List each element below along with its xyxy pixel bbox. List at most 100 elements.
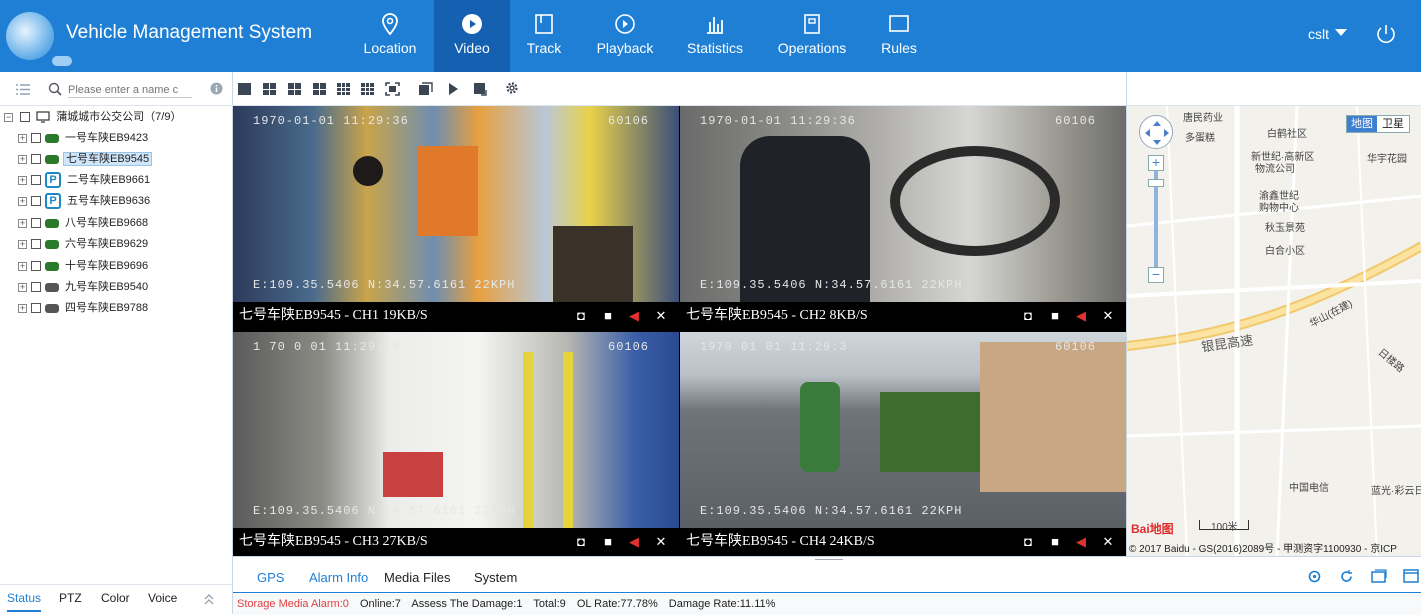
map-label: 中国电信 <box>1289 483 1329 494</box>
pan-control[interactable] <box>1139 115 1173 149</box>
layout-16-icon[interactable] <box>361 83 374 95</box>
tab-color[interactable]: Color <box>101 591 130 605</box>
vehicle-checkbox[interactable] <box>31 282 41 293</box>
window-icon[interactable] <box>418 82 433 96</box>
layout-9-icon[interactable] <box>337 83 350 95</box>
tab-alarm-info[interactable]: Alarm Info <box>309 570 368 585</box>
map-label: 多蛋糕 <box>1185 133 1215 144</box>
tab-ptz[interactable]: PTZ <box>59 591 82 605</box>
expand-icon[interactable]: ✕ <box>653 308 669 324</box>
video-cell-ch2[interactable]: 1970-01-01 11:29:36 60106 E:109.35.5406 … <box>680 106 1126 330</box>
expand-icon[interactable]: + <box>18 196 27 206</box>
tab-media-files[interactable]: Media Files <box>384 570 450 585</box>
video-cell-ch1[interactable]: 1970-01-01 11:29:36 60106 E:109.35.5406 … <box>233 106 679 330</box>
tree-root-checkbox[interactable] <box>20 112 31 123</box>
nav-statistics[interactable]: Statistics <box>682 0 748 72</box>
search-input[interactable] <box>68 82 192 98</box>
channel-label: 七号车陕EB9545 - CH4 24KB/S <box>686 534 875 549</box>
mute-icon[interactable]: ◀ <box>626 308 642 324</box>
tab-status[interactable]: Status <box>7 591 42 612</box>
search-icon[interactable] <box>48 82 62 96</box>
info-icon[interactable] <box>210 82 223 95</box>
tree-vehicle-item[interactable]: + P 二号车陕EB9661 <box>18 170 150 191</box>
tree-vehicle-item[interactable]: + 一号车陕EB9423 <box>18 128 148 149</box>
power-icon[interactable] <box>1374 22 1398 46</box>
refresh-icon[interactable] <box>1339 569 1354 584</box>
expand-icon[interactable]: + <box>18 261 27 271</box>
expand-icon[interactable]: + <box>18 175 27 185</box>
nav-rules[interactable]: Rules <box>872 0 926 72</box>
tab-gps[interactable]: GPS <box>257 570 284 585</box>
tree-vehicle-item[interactable]: + 七号车陕EB9545 <box>18 149 153 170</box>
vehicle-checkbox[interactable] <box>31 239 41 250</box>
mute-icon[interactable]: ◀ <box>1073 534 1089 550</box>
video-cell-ch3[interactable]: 1 70 0 01 11:29:35 60106 E:109.35.5406 N… <box>233 332 679 556</box>
vehicle-checkbox[interactable] <box>31 175 41 186</box>
tree-vehicle-item[interactable]: + P 五号车陕EB9636 <box>18 191 150 212</box>
user-name[interactable]: cslt <box>1308 26 1329 42</box>
tree-vehicle-item[interactable]: + 九号车陕EB9540 <box>18 277 148 298</box>
tree-vehicle-item[interactable]: + 八号车陕EB9668 <box>18 213 148 234</box>
vehicle-checkbox[interactable] <box>31 154 41 165</box>
expand-icon[interactable]: + <box>18 282 27 292</box>
vehicle-checkbox[interactable] <box>31 261 41 272</box>
stop-icon[interactable]: ■ <box>1047 308 1063 324</box>
stop-icon[interactable]: ■ <box>600 308 616 324</box>
layout-1-icon[interactable] <box>238 83 251 95</box>
map-tab-satellite[interactable]: 卫星 <box>1377 116 1409 132</box>
camera-icon[interactable]: ◘ <box>573 308 589 324</box>
nav-playback[interactable]: Playback <box>590 0 660 72</box>
expand-icon[interactable]: ✕ <box>1100 534 1116 550</box>
nav-operations[interactable]: Operations <box>772 0 852 72</box>
layout-6-icon[interactable] <box>288 83 301 95</box>
expand-icon[interactable]: + <box>18 154 27 164</box>
expand-icon[interactable]: ✕ <box>653 534 669 550</box>
nav-track[interactable]: Track <box>512 0 576 72</box>
window-icon[interactable] <box>1371 569 1387 583</box>
stop-icon[interactable]: ■ <box>1047 534 1063 550</box>
expand-icon[interactable]: ✕ <box>1100 308 1116 324</box>
vehicle-checkbox[interactable] <box>31 133 41 144</box>
zoom-slider-handle[interactable] <box>1148 179 1164 187</box>
expand-icon[interactable]: + <box>18 133 27 143</box>
mute-icon[interactable]: ◀ <box>1073 308 1089 324</box>
map-panel[interactable]: 唐民药业 多蛋糕 白鹤社区 新世纪·高新区 物流公司 华宇花园 渝鑫世纪 购物中… <box>1126 72 1421 556</box>
layout-8-icon[interactable] <box>313 83 326 95</box>
camera-icon[interactable]: ◘ <box>1020 534 1036 550</box>
vehicle-checkbox[interactable] <box>31 196 41 207</box>
gear-icon[interactable] <box>505 81 519 95</box>
expand-icon[interactable]: + <box>18 303 27 313</box>
expand-icon[interactable]: + <box>18 239 27 249</box>
tab-system[interactable]: System <box>474 570 517 585</box>
tree-root[interactable]: − 蒲城城市公交公司（7/9） <box>4 107 181 128</box>
video-date: 1970-01-01 11:29:36 <box>700 114 856 128</box>
camera-icon[interactable]: ◘ <box>1020 308 1036 324</box>
fullscreen-icon[interactable] <box>385 82 400 96</box>
maximize-icon[interactable] <box>1403 569 1419 583</box>
camera-icon[interactable]: ◘ <box>573 534 589 550</box>
tree-vehicle-item[interactable]: + 六号车陕EB9629 <box>18 234 148 255</box>
chevron-down-icon[interactable] <box>1335 29 1347 36</box>
tab-voice[interactable]: Voice <box>148 591 177 605</box>
double-chevron-up-icon[interactable] <box>203 593 215 605</box>
video-cell-ch4[interactable]: 1970 01 01 11:29:3 60106 E:109.35.5406 N… <box>680 332 1126 556</box>
nav-location[interactable]: Location <box>352 0 428 72</box>
expand-icon[interactable]: + <box>18 218 27 228</box>
nav-video[interactable]: Video <box>434 0 510 72</box>
tree-vehicle-item[interactable]: + 十号车陕EB9696 <box>18 256 148 277</box>
zoom-in-button[interactable]: + <box>1148 155 1164 171</box>
locate-icon[interactable] <box>1307 569 1322 584</box>
stop-icon[interactable]: ■ <box>600 534 616 550</box>
zoom-out-button[interactable]: − <box>1148 267 1164 283</box>
mute-icon[interactable]: ◀ <box>626 534 642 550</box>
collapse-icon[interactable]: − <box>4 112 13 122</box>
vehicle-checkbox[interactable] <box>31 218 41 229</box>
stop-all-icon[interactable] <box>473 82 488 96</box>
map-tab-map[interactable]: 地图 <box>1347 116 1377 132</box>
play-all-icon[interactable] <box>447 82 459 96</box>
bus-online-icon <box>45 239 59 249</box>
vehicle-checkbox[interactable] <box>31 303 41 314</box>
list-icon[interactable] <box>16 84 30 95</box>
tree-vehicle-item[interactable]: + 四号车陕EB9788 <box>18 298 148 319</box>
layout-4-icon[interactable] <box>263 83 276 95</box>
